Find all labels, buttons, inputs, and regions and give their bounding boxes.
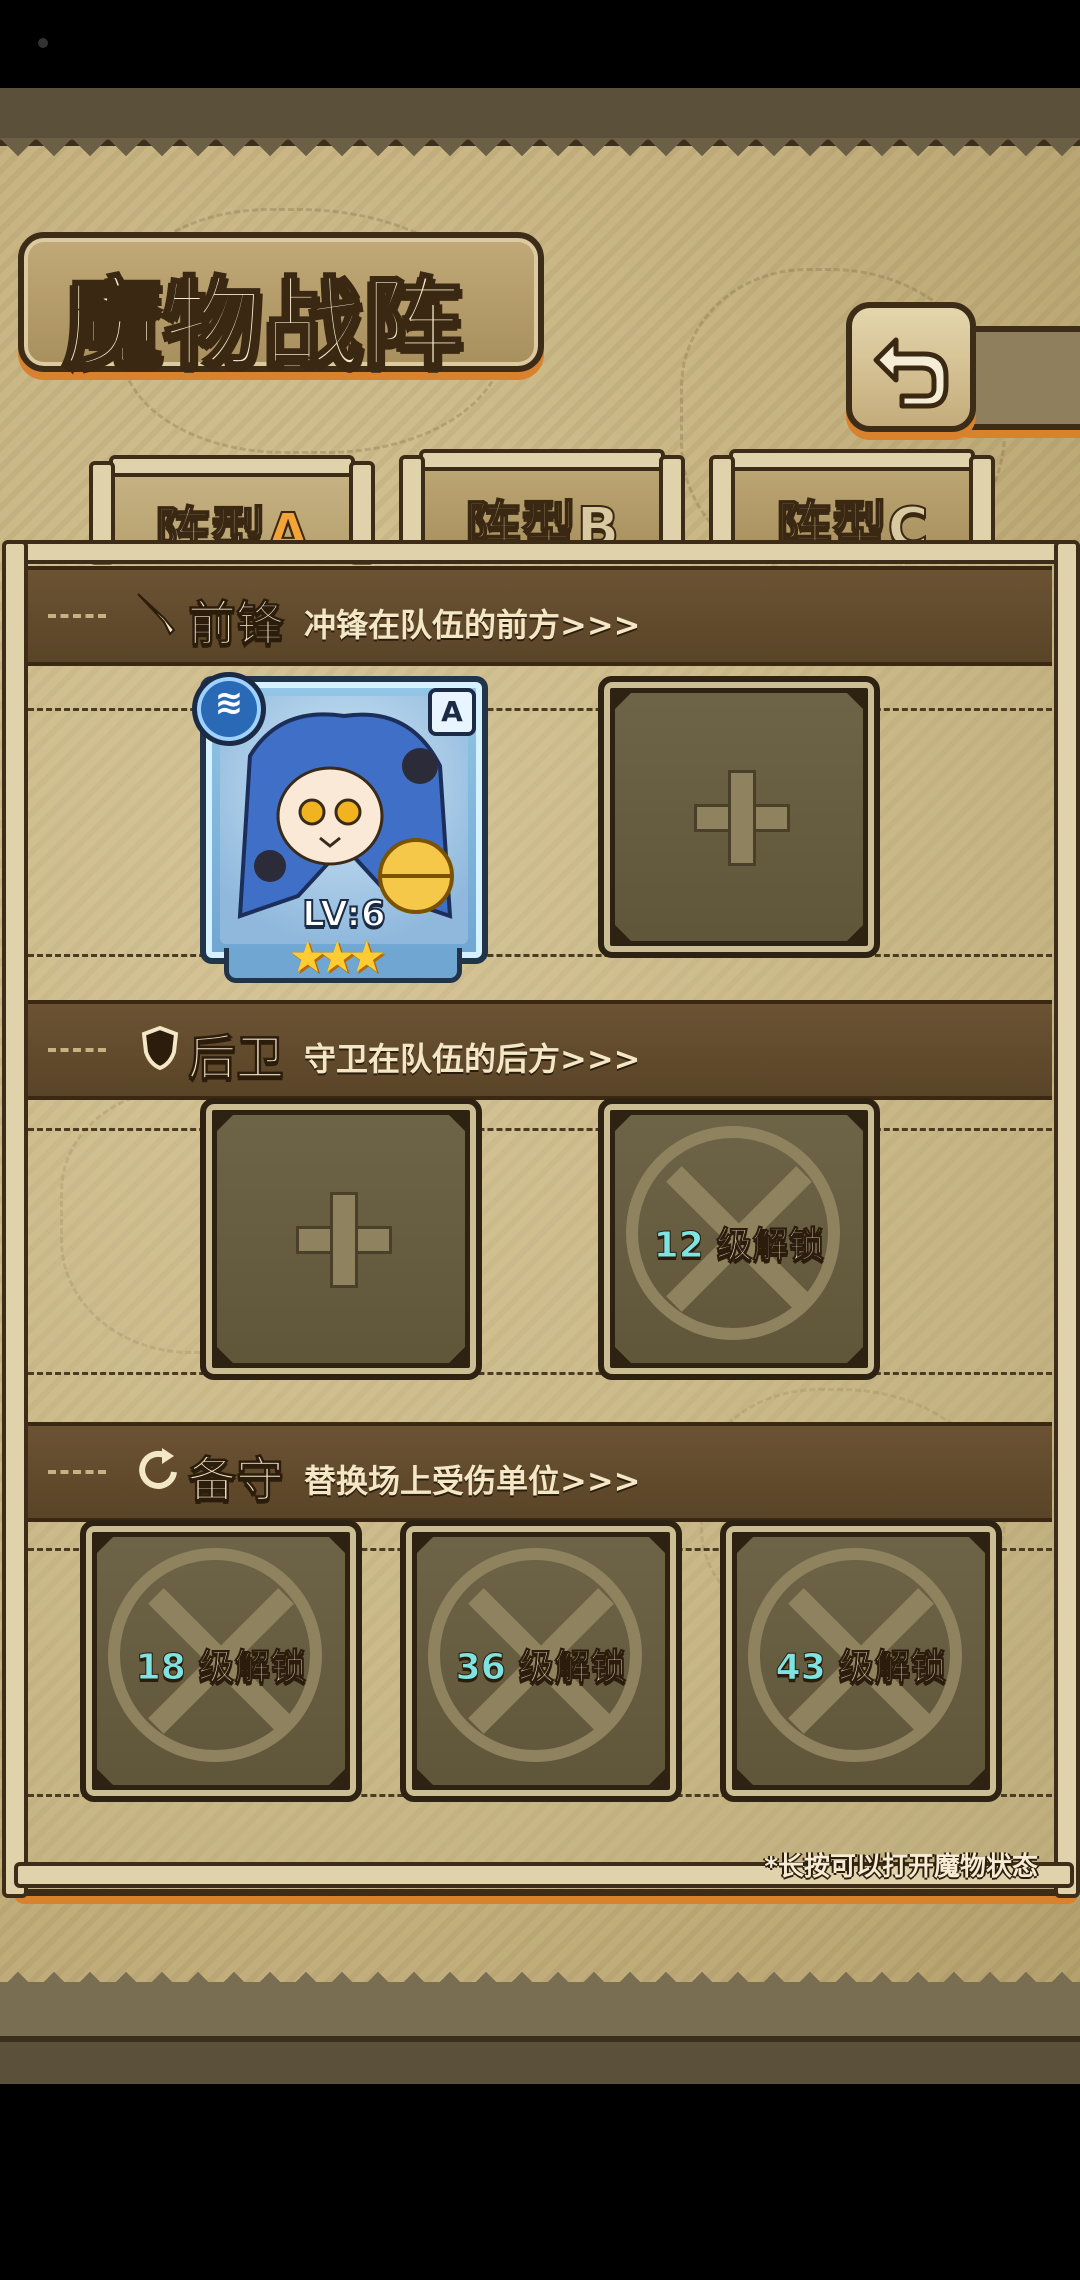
bottom-torn-edge — [0, 1954, 1080, 2042]
back-button[interactable] — [846, 302, 976, 432]
unlock-level: 18 — [135, 1647, 186, 1689]
section-title: 前锋 — [187, 596, 285, 653]
navigation-area — [0, 2084, 1080, 2280]
section-subtitle: 冲锋在队伍的前方>>> — [304, 606, 641, 644]
reserve-slot-locked-3[interactable]: 43 级解锁 — [720, 1520, 1002, 1802]
rank-badge: A — [428, 688, 476, 736]
section-title: 后卫 — [187, 1030, 285, 1087]
rearguard-slot-empty[interactable] — [200, 1098, 482, 1380]
unlock-label: 级解锁 — [838, 1647, 947, 1689]
unlock-level: 12 — [653, 1225, 704, 1267]
star-rating: ★★★ — [288, 936, 398, 980]
unlock-label: 级解锁 — [518, 1647, 627, 1689]
row-guide — [28, 954, 1052, 957]
panel-post — [2, 540, 28, 1898]
return-arrow-icon — [873, 337, 949, 409]
star-icon: ★ — [346, 932, 387, 983]
reserve-section-header: 备守 替换场上受伤单位>>> — [28, 1422, 1052, 1522]
monster-card[interactable]: ≋ A LV:6 — [192, 672, 488, 964]
rearguard-section-header: 后卫 守卫在队伍的后方>>> — [28, 1000, 1052, 1100]
status-indicator-icon — [38, 38, 48, 48]
water-element-icon: ≋ — [192, 672, 266, 746]
monster-level: LV:6 — [301, 893, 387, 936]
section-subtitle: 守卫在队伍的后方>>> — [304, 1040, 641, 1078]
unlock-level: 36 — [455, 1647, 506, 1689]
tab-formation-c[interactable]: 阵型C — [709, 449, 995, 562]
row-guide — [28, 1372, 1052, 1375]
status-bar — [0, 0, 1080, 88]
star-icon: ★ — [288, 932, 328, 983]
vanguard-slot-empty[interactable] — [598, 676, 880, 958]
swap-arrows-icon — [139, 1448, 177, 1489]
top-torn-edge — [0, 138, 1080, 174]
unlock-label: 级解锁 — [716, 1225, 825, 1267]
row-guide — [28, 708, 1052, 711]
long-press-hint: *长按可以打开魔物状态 — [764, 1852, 1038, 1882]
page-title: 魔物战阵 — [62, 265, 465, 383]
star-icon: ★ — [317, 932, 357, 983]
section-title: 备守 — [187, 1452, 285, 1509]
reserve-slot-locked-2[interactable]: 36 级解锁 — [400, 1520, 682, 1802]
section-subtitle: 替换场上受伤单位>>> — [304, 1462, 641, 1500]
tab-formation-b[interactable]: 阵型B — [399, 449, 685, 562]
shield-icon — [141, 1025, 179, 1071]
reserve-slot-locked-1[interactable]: 18 级解锁 — [80, 1520, 362, 1802]
unlock-label: 级解锁 — [198, 1647, 307, 1689]
vanguard-section-header: 前锋 冲锋在队伍的前方>>> — [28, 566, 1052, 666]
title-plate: 魔物战阵 — [18, 232, 544, 383]
sword-icon — [137, 593, 176, 636]
panel-post — [1054, 540, 1080, 1898]
unlock-level: 43 — [775, 1647, 826, 1689]
rearguard-slot-locked[interactable]: 12 级解锁 — [598, 1098, 880, 1380]
panel-rail — [14, 540, 1074, 564]
bottom-border — [0, 2036, 1080, 2084]
row-guide — [28, 1128, 1052, 1131]
